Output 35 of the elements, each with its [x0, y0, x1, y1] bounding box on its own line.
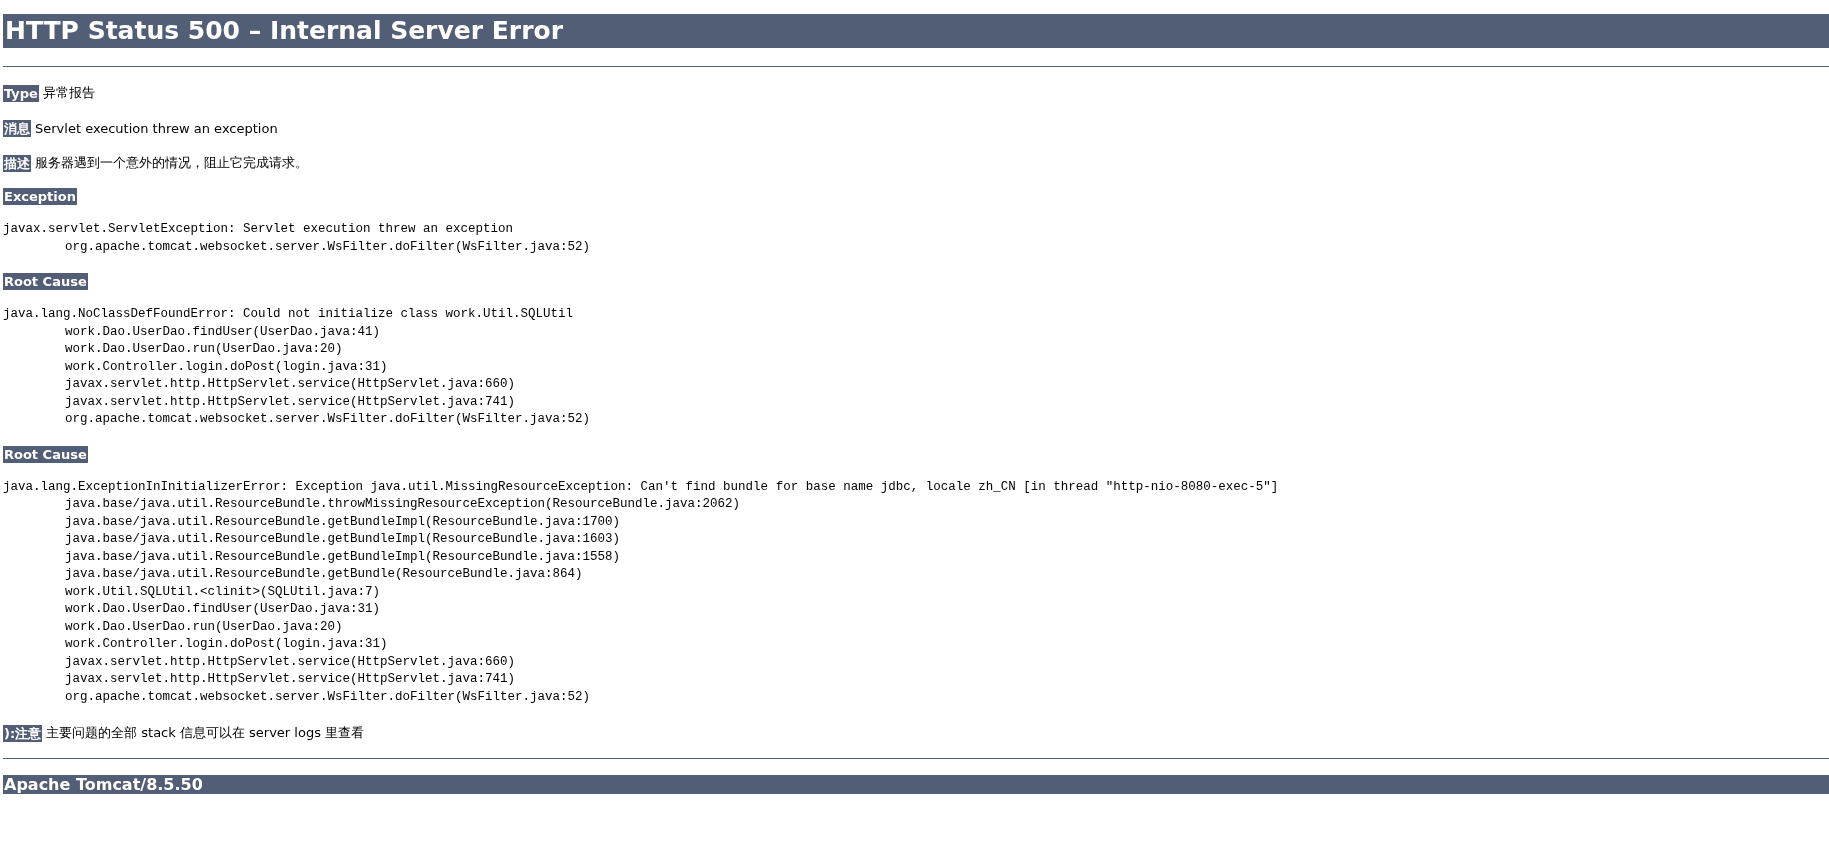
field-value: 服务器遇到一个意外的情况，阻止它完成请求。: [35, 154, 308, 172]
server-version: Apache Tomcat/8.5.50: [3, 775, 1829, 794]
exception-message: java.lang.ExceptionInInitializerError: Exception java.util.MissingResourceException: Can't find bundle for base name jdbc, locale zh_CN [in thread "http-nio-8080-exec-5"]: [3, 478, 1279, 496]
exception-message: javax.servlet.ServletException: Servlet execution threw an exception: [3, 221, 514, 238]
stack-frame: work.Dao.UserDao.run(UserDao.java:20): [3, 341, 343, 359]
stack-frame: work.Dao.UserDao.run(UserDao.java:20): [3, 618, 343, 636]
stack-frame: work.Dao.UserDao.findUser(UserDao.java:31): [3, 601, 381, 619]
field-value: 异常报告: [42, 84, 95, 102]
stack-frame: javax.servlet.http.HttpServlet.service(HttpServlet.java:741): [3, 393, 516, 411]
stack-frame: javax.servlet.http.HttpServlet.service(HttpServlet.java:660): [3, 376, 516, 394]
field-label: 消息: [3, 119, 31, 137]
field-value: Servlet execution threw an exception: [35, 120, 278, 136]
note-text: 主要问题的全部 stack 信息可以在 server logs 里查看: [46, 724, 365, 742]
stack-frame: java.base/java.util.ResourceBundle.getBundle(ResourceBundle.java:864): [3, 566, 583, 584]
stack-frame: java.base/java.util.ResourceBundle.throwMissingResourceException(ResourceBundle.java:2062): [3, 496, 741, 514]
stack-frame: work.Controller.login.doPost(login.java:31): [3, 636, 388, 654]
page-title: HTTP Status 500 – Internal Server Error: [3, 14, 1829, 48]
stack-frame: work.Controller.login.doPost(login.java:31): [3, 358, 388, 376]
stack-frame: java.base/java.util.ResourceBundle.getBundleImpl(ResourceBundle.java:1700): [3, 513, 621, 531]
stack-frame: org.apache.tomcat.websocket.server.WsFilter.doFilter(WsFilter.java:52): [3, 238, 591, 256]
note-label: ):注意: [3, 724, 43, 742]
section-heading: Root Cause: [3, 445, 88, 463]
stack-frame: org.apache.tomcat.websocket.server.WsFilter.doFilter(WsFilter.java:52): [3, 411, 591, 429]
field-label: 描述: [3, 154, 31, 172]
stack-frame: org.apache.tomcat.websocket.server.WsFilter.doFilter(WsFilter.java:52): [3, 688, 591, 706]
exception-message: java.lang.NoClassDefFoundError: Could not initialize class work.Util.SQLUtil: [3, 306, 574, 323]
stack-frame: work.Dao.UserDao.findUser(UserDao.java:41): [3, 323, 381, 341]
stack-frame: java.base/java.util.ResourceBundle.getBundleImpl(ResourceBundle.java:1558): [3, 548, 621, 566]
stack-frame: java.base/java.util.ResourceBundle.getBundleImpl(ResourceBundle.java:1603): [3, 531, 621, 549]
stack-frame: javax.servlet.http.HttpServlet.service(HttpServlet.java:660): [3, 653, 516, 671]
section-heading: Root Cause: [3, 273, 88, 290]
stack-frame: javax.servlet.http.HttpServlet.service(HttpServlet.java:741): [3, 671, 516, 689]
section-heading: Exception: [3, 188, 77, 205]
field-label: Type: [3, 84, 39, 102]
stack-frame: work.Util.SQLUtil.<clinit>(SQLUtil.java:7): [3, 583, 381, 601]
